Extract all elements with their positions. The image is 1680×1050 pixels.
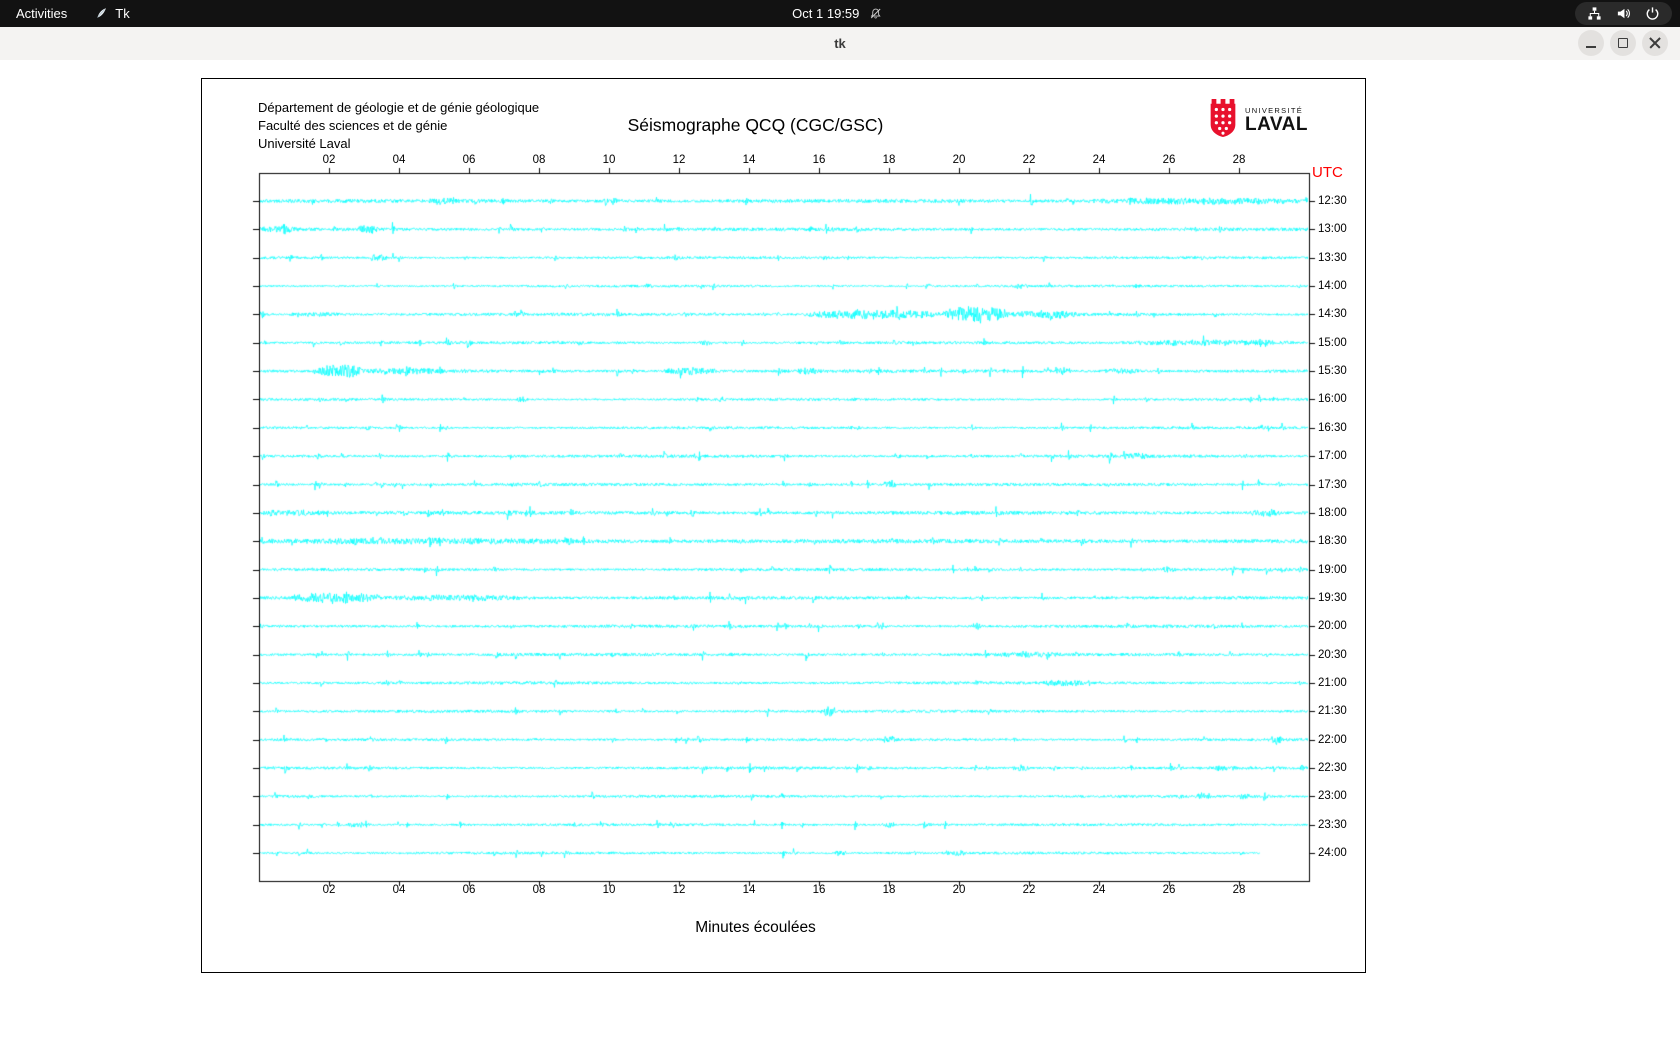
activities-button[interactable]: Activities bbox=[16, 6, 67, 21]
laval-shield-icon bbox=[1208, 99, 1238, 142]
minimize-icon bbox=[1586, 46, 1596, 48]
x-tick-label: 22 bbox=[1023, 154, 1036, 166]
x-tick-label: 22 bbox=[1023, 884, 1036, 896]
x-ticks-bottom: 02 04 06 08 10 12 14 16 18 20 22 24 26 28 bbox=[202, 884, 1365, 898]
x-tick-label: 10 bbox=[603, 154, 616, 166]
universite-laval-logo: UNIVERSITÉ LAVAL bbox=[1208, 99, 1308, 142]
x-tick-label: 08 bbox=[533, 884, 546, 896]
x-tick-label: 10 bbox=[603, 884, 616, 896]
x-tick-label: 26 bbox=[1163, 154, 1176, 166]
desktop: { "topbar": { "activities_label": "Activ… bbox=[0, 0, 1680, 1050]
x-tick-label: 12 bbox=[673, 884, 686, 896]
close-button[interactable] bbox=[1642, 30, 1668, 56]
x-tick-label: 18 bbox=[883, 884, 896, 896]
x-tick-label: 14 bbox=[743, 884, 756, 896]
seismograph-canvas-frame: Département de géologie et de génie géol… bbox=[201, 78, 1366, 973]
x-tick-label: 28 bbox=[1233, 884, 1246, 896]
window-body: Département de géologie et de génie géol… bbox=[0, 60, 1680, 1050]
bell-muted-icon bbox=[869, 7, 882, 20]
maximize-icon bbox=[1618, 38, 1628, 48]
close-icon bbox=[1649, 37, 1661, 49]
top-bar: Activities Tk Oct 1 19:59 bbox=[0, 0, 1680, 27]
x-tick-label: 20 bbox=[953, 154, 966, 166]
x-tick-label: 04 bbox=[393, 884, 406, 896]
x-tick-label: 06 bbox=[463, 884, 476, 896]
clock-button[interactable]: Oct 1 19:59 bbox=[792, 0, 882, 27]
x-tick-label: 24 bbox=[1093, 154, 1106, 166]
app-indicator-label: Tk bbox=[115, 6, 129, 21]
x-tick-label: 06 bbox=[463, 154, 476, 166]
system-tray[interactable] bbox=[1575, 2, 1672, 25]
x-tick-label: 18 bbox=[883, 154, 896, 166]
maximize-button[interactable] bbox=[1610, 30, 1636, 56]
power-icon bbox=[1645, 6, 1660, 21]
x-tick-label: 16 bbox=[813, 884, 826, 896]
x-tick-label: 08 bbox=[533, 154, 546, 166]
x-tick-label: 26 bbox=[1163, 884, 1176, 896]
x-ticks-top: 02 04 06 08 10 12 14 16 18 20 22 24 26 28 bbox=[202, 154, 1365, 168]
seismograph-title: Séismographe QCQ (CGC/GSC) bbox=[202, 115, 1309, 136]
x-tick-label: 24 bbox=[1093, 884, 1106, 896]
x-tick-label: 20 bbox=[953, 884, 966, 896]
minimize-button[interactable] bbox=[1578, 30, 1604, 56]
volume-icon bbox=[1616, 6, 1631, 21]
window-title: tk bbox=[0, 27, 1680, 60]
seismogram-traces-canvas bbox=[202, 79, 1365, 972]
institution-line-3: Université Laval bbox=[258, 135, 539, 153]
app-indicator[interactable]: Tk bbox=[95, 0, 129, 27]
clock-label: Oct 1 19:59 bbox=[792, 6, 859, 21]
x-tick-label: 02 bbox=[323, 154, 336, 166]
tk-feather-icon bbox=[95, 7, 108, 20]
x-tick-label: 14 bbox=[743, 154, 756, 166]
x-tick-label: 28 bbox=[1233, 154, 1246, 166]
logo-laval-text: LAVAL bbox=[1245, 115, 1308, 135]
network-icon bbox=[1587, 6, 1602, 21]
x-tick-label: 12 bbox=[673, 154, 686, 166]
x-axis-label: Minutes écoulées bbox=[202, 919, 1309, 937]
x-tick-label: 04 bbox=[393, 154, 406, 166]
x-tick-label: 02 bbox=[323, 884, 336, 896]
window-titlebar[interactable]: tk bbox=[0, 27, 1680, 61]
x-tick-label: 16 bbox=[813, 154, 826, 166]
